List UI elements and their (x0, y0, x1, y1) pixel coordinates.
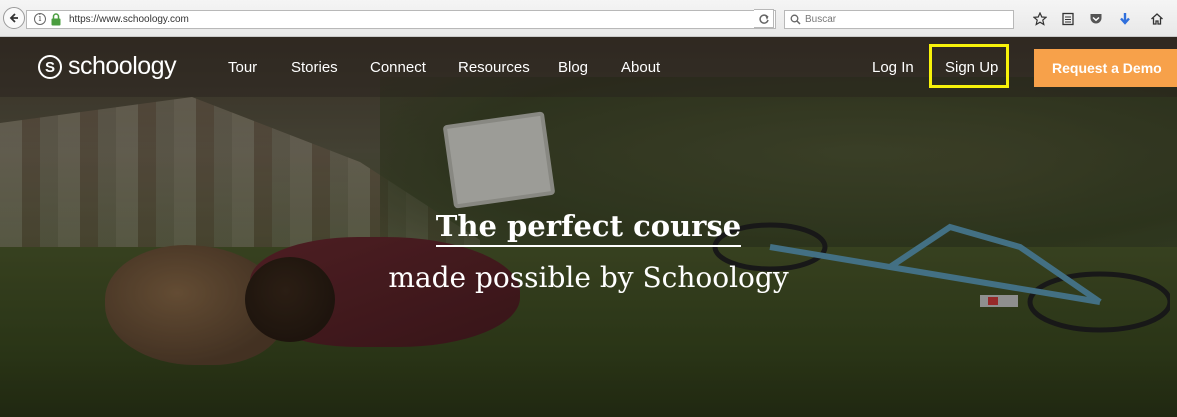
back-icon[interactable] (3, 7, 25, 29)
reading-list-icon[interactable] (1059, 10, 1077, 28)
schoology-logo-text[interactable]: schoology (68, 52, 177, 80)
url-text: https://www.schoology.com (69, 14, 189, 25)
search-input[interactable]: Buscar (784, 10, 1014, 29)
address-bar[interactable]: i https://www.schoology.com (26, 10, 776, 29)
signup-link[interactable]: Sign Up (945, 59, 998, 77)
hero-headline: The perfect course (0, 208, 1177, 247)
nav-link-stories[interactable]: Stories (291, 59, 338, 77)
reload-icon[interactable] (754, 9, 774, 28)
nav-link-resources[interactable]: Resources (458, 59, 530, 77)
bookmark-star-icon[interactable] (1031, 10, 1049, 28)
login-link[interactable]: Log In (872, 59, 914, 77)
nav-link-tour[interactable]: Tour (228, 59, 257, 77)
browser-toolbar: i https://www.schoology.com Buscar (0, 0, 1177, 37)
info-icon[interactable]: i (34, 13, 46, 25)
download-icon[interactable] (1116, 10, 1134, 28)
search-placeholder: Buscar (805, 14, 837, 25)
nav-link-about[interactable]: About (621, 59, 660, 77)
search-icon (790, 14, 801, 25)
site-navbar: S schoology Tour Stories Connect Resourc… (0, 37, 1177, 97)
hero-headline-text: The perfect course (435, 209, 742, 247)
schoology-logo-icon[interactable]: S (38, 55, 62, 79)
pocket-icon[interactable] (1087, 10, 1105, 28)
hero-subheadline: made possible by Schoology (388, 261, 789, 294)
home-icon[interactable] (1148, 10, 1166, 28)
lock-icon (51, 13, 61, 26)
request-demo-button[interactable]: Request a Demo (1034, 49, 1177, 87)
nav-link-blog[interactable]: Blog (558, 59, 588, 77)
nav-link-connect[interactable]: Connect (370, 59, 426, 77)
